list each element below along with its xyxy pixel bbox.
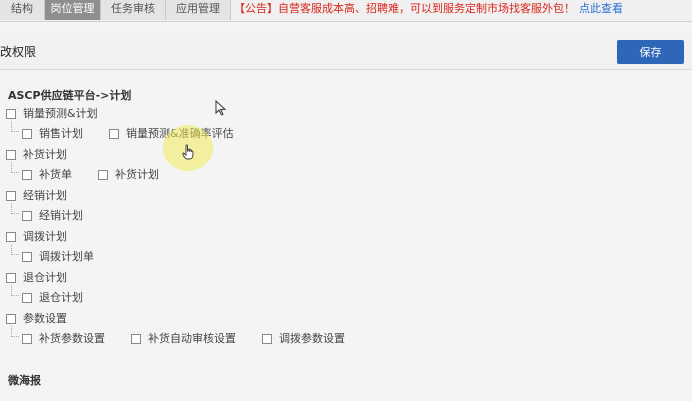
perm-children-row: 补货参数设置 补货自动审核设置 调拨参数设置	[22, 331, 371, 347]
perm-children-row: 补货单 补货计划	[22, 167, 185, 183]
perm-label: 退仓计划	[23, 271, 67, 284]
perm-label: 调拨计划单	[39, 250, 94, 263]
perm-label: 销量预测&计划	[23, 107, 98, 120]
perm-group-sales-forecast[interactable]: 销量预测&计划	[6, 106, 98, 122]
checkbox[interactable]	[22, 170, 32, 180]
tab-app-management[interactable]: 应用管理	[166, 0, 231, 20]
checkbox[interactable]	[6, 191, 16, 201]
tab-task-review[interactable]: 任务审核	[101, 0, 166, 20]
tab-structure[interactable]: 结构	[0, 0, 45, 20]
perm-label: 补货计划	[115, 168, 159, 181]
perm-item-transfer-order[interactable]: 调拨计划单	[22, 249, 94, 265]
perm-children-row: 调拨计划单	[22, 249, 120, 265]
checkbox[interactable]	[131, 334, 141, 344]
checkbox[interactable]	[22, 129, 32, 139]
perm-item-distribution-plan[interactable]: 经销计划	[22, 208, 83, 224]
checkbox[interactable]	[22, 211, 32, 221]
page-title: 改权限	[0, 45, 37, 59]
checkbox[interactable]	[109, 129, 119, 139]
tree-connector	[11, 244, 19, 255]
perm-label: 参数设置	[23, 312, 67, 325]
perm-item-transfer-params[interactable]: 调拨参数设置	[262, 331, 345, 347]
announcement-text: 【公告】自营客服成本高、招聘难，可以到服务定制市场找客服外包！	[234, 2, 575, 15]
perm-item-replenishment-order[interactable]: 补货单	[22, 167, 72, 183]
checkbox[interactable]	[22, 252, 32, 262]
perm-label: 销售计划	[39, 127, 83, 140]
section-title-micro-poster: 微海报	[8, 374, 41, 387]
perm-label: 调拨参数设置	[279, 332, 345, 345]
perm-group-transfer[interactable]: 调拨计划	[6, 229, 67, 245]
perm-children-row: 销售计划销量预测&准确率评估	[22, 126, 260, 142]
perm-item-replenishment-params[interactable]: 补货参数设置	[22, 331, 105, 347]
perm-label: 退仓计划	[39, 291, 83, 304]
perm-children-row: 退仓计划	[22, 290, 109, 306]
perm-group-parameters[interactable]: 参数设置	[6, 311, 67, 327]
perm-label: 经销计划	[23, 189, 67, 202]
announcement: 【公告】自营客服成本高、招聘难，可以到服务定制市场找客服外包！ 点此查看	[234, 0, 623, 20]
checkbox[interactable]	[22, 334, 32, 344]
checkbox[interactable]	[22, 293, 32, 303]
checkbox[interactable]	[6, 232, 16, 242]
page-header: 改权限 保存	[0, 33, 692, 70]
perm-label: 补货单	[39, 168, 72, 181]
perm-group-distribution[interactable]: 经销计划	[6, 188, 67, 204]
perm-label: 补货参数设置	[39, 332, 105, 345]
tree-connector	[11, 326, 19, 337]
tree-connector	[11, 285, 19, 296]
tree-connector	[11, 203, 19, 214]
perm-label: 补货自动审核设置	[148, 332, 236, 345]
save-button[interactable]: 保存	[617, 40, 684, 64]
perm-group-return[interactable]: 退仓计划	[6, 270, 67, 286]
top-tab-bar: 结构 岗位管理 任务审核 应用管理 【公告】自营客服成本高、招聘难，可以到服务定…	[0, 0, 692, 22]
checkbox[interactable]	[6, 314, 16, 324]
perm-item-replenishment-plan[interactable]: 补货计划	[98, 167, 159, 183]
hand-cursor-icon	[182, 144, 194, 160]
arrow-cursor-icon	[215, 100, 227, 116]
perm-item-return-plan[interactable]: 退仓计划	[22, 290, 83, 306]
perm-item-auto-review[interactable]: 补货自动审核设置	[131, 331, 236, 347]
section-title-ascp: ASCP供应链平台->计划	[8, 89, 132, 102]
tree-connector	[11, 162, 19, 173]
announcement-link[interactable]: 点此查看	[579, 2, 623, 15]
perm-label: 经销计划	[39, 209, 83, 222]
perm-item-sales-plan[interactable]: 销售计划	[22, 126, 83, 142]
tree-connector	[11, 121, 19, 132]
tab-position-management[interactable]: 岗位管理	[45, 0, 101, 20]
perm-label: 调拨计划	[23, 230, 67, 243]
checkbox[interactable]	[98, 170, 108, 180]
checkbox[interactable]	[6, 109, 16, 119]
perm-label: 补货计划	[23, 148, 67, 161]
checkbox[interactable]	[262, 334, 272, 344]
checkbox[interactable]	[6, 150, 16, 160]
perm-children-row: 经销计划	[22, 208, 109, 224]
checkbox[interactable]	[6, 273, 16, 283]
perm-group-replenishment[interactable]: 补货计划	[6, 147, 67, 163]
